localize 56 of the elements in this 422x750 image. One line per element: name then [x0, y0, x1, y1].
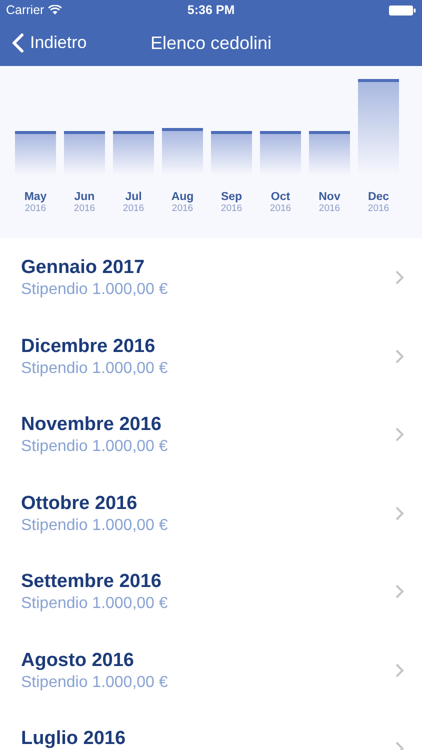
month-label: Oct [270, 191, 290, 203]
year-label: 2016 [74, 203, 96, 214]
chart-bar [64, 131, 105, 175]
back-chevron-icon [12, 33, 24, 53]
screen-title: Elenco cedolini [150, 32, 272, 54]
month-label: Jul [125, 191, 142, 203]
carrier-label: Carrier [6, 3, 44, 17]
chevron-icon [395, 270, 404, 285]
chevron-icon [395, 662, 404, 678]
chevron-icon [395, 348, 404, 364]
chevron-icon [395, 584, 404, 599]
year-label: 2016 [172, 203, 194, 214]
payslip-row[interactable]: Luglio 2016 [0, 709, 422, 750]
payslip-title: Gennaio 2017 [21, 257, 146, 279]
payslip-amount: Stipendio 1.000,00 € [21, 438, 168, 456]
payslip-amount: Stipendio 1.000,00 € [21, 516, 168, 534]
status-time: 5:36 PM [187, 3, 235, 17]
payslip-row[interactable]: Gennaio 2017 Stipendio 1.000,00 € [0, 238, 422, 316]
year-label: 2016 [24, 203, 46, 214]
payslip-amount: Stipendio 1.000,00 € [21, 360, 168, 378]
month-label: Jun [74, 191, 95, 203]
payslip-row[interactable]: Dicembre 2016 Stipendio 1.000,00 € [0, 316, 422, 395]
payslip-title: Agosto 2016 [21, 650, 135, 672]
payslip-title: Ottobre 2016 [21, 492, 138, 514]
payslip-amount: Stipendio 1.000,00 € [21, 595, 168, 613]
month-label: May [24, 191, 47, 203]
chart-bar [162, 128, 203, 175]
year-label: 2016 [270, 203, 292, 214]
payslip-amount: Stipendio 1.000,00 € [21, 674, 168, 692]
year-label: 2016 [368, 203, 390, 214]
year-label: 2016 [220, 203, 242, 214]
chevron-icon [395, 427, 404, 442]
chart-bar [15, 131, 56, 175]
back-button[interactable]: Indietro [0, 33, 87, 53]
chart-bar [260, 131, 301, 175]
payslip-row[interactable]: Settembre 2016 Stipendio 1.000,00 € [0, 552, 422, 630]
payslip-row[interactable]: Novembre 2016 Stipendio 1.000,00 € [0, 395, 422, 474]
chart-bar [211, 131, 252, 175]
month-label: Aug [171, 191, 194, 203]
wifi-icon [48, 5, 62, 15]
chevron-icon [395, 506, 404, 520]
payslip-title: Settembre 2016 [21, 571, 162, 593]
month-label: Nov [318, 191, 340, 203]
month-label: Dec [368, 191, 390, 203]
payslip-amount: Stipendio 1.000,00 € [21, 281, 168, 299]
chart-bar [309, 131, 350, 175]
payslip-row[interactable]: Agosto 2016 Stipendio 1.000,00 € [0, 630, 422, 709]
chart-bar [113, 131, 154, 175]
year-label: 2016 [318, 203, 340, 214]
year-label: 2016 [122, 203, 144, 214]
payslip-title: Novembre 2016 [21, 414, 162, 436]
month-label: Sep [220, 191, 242, 203]
battery-icon [389, 4, 416, 16]
payslip-title: Dicembre 2016 [21, 336, 156, 358]
payslip-title: Luglio 2016 [21, 728, 126, 750]
payslip-row[interactable]: Ottobre 2016 Stipendio 1.000,00 € [0, 474, 422, 552]
